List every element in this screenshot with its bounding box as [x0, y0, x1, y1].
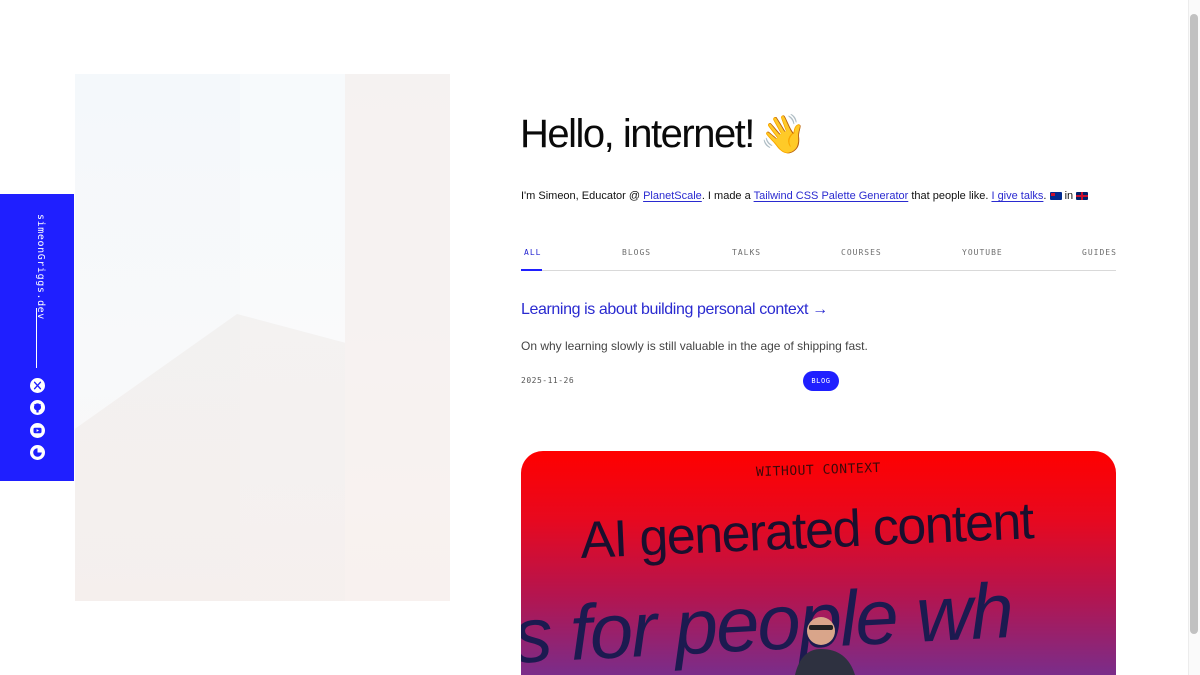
tab-guides[interactable]: GUIDES: [1082, 248, 1117, 257]
sidebar-divider: [36, 308, 38, 368]
post-category-badge[interactable]: BLOG: [803, 371, 839, 391]
page-title: Hello, internet! 👋: [520, 112, 807, 157]
post-title-text: Learning is about building personal cont…: [521, 301, 809, 318]
post-title-link[interactable]: Learning is about building personal cont…: [521, 301, 828, 319]
speaker-photo: [795, 617, 855, 675]
intro-after-talks: .: [1043, 190, 1047, 202]
github-icon[interactable]: [30, 400, 45, 415]
tab-blogs[interactable]: BLOGS: [622, 248, 651, 257]
thumbnail-headline-2: s for people wh: [521, 565, 1014, 675]
page-title-text: Hello, internet!: [520, 112, 755, 156]
intro-after-tool: that people like.: [908, 190, 992, 202]
intro-text: I'm Simeon, Educator @ PlanetScale. I ma…: [521, 190, 1121, 202]
post-thumbnail[interactable]: WITHOUT CONTEXT AI generated content s f…: [521, 451, 1116, 675]
content-tabs: ALL BLOGS TALKS COURSES YOUTUBE GUIDES: [521, 248, 1116, 271]
waving-hand-icon: 👋: [759, 114, 808, 156]
post-description: On why learning slowly is still valuable…: [521, 339, 868, 353]
intro-prefix: I'm Simeon, Educator @: [521, 190, 644, 202]
hero-building: [75, 314, 345, 601]
australia-flag-icon: [1049, 192, 1062, 200]
hero-image: [75, 74, 450, 601]
intro-middle: . I made a: [701, 190, 754, 202]
hero-window-pane: [345, 74, 450, 601]
theme-toggle-icon[interactable]: [30, 445, 45, 460]
youtube-icon[interactable]: [30, 423, 45, 438]
site-name-link[interactable]: simeonGriggs.dev: [28, 214, 46, 320]
palette-generator-link[interactable]: Tailwind CSS Palette Generator: [754, 190, 909, 202]
tab-talks[interactable]: TALKS: [732, 248, 761, 257]
tab-youtube[interactable]: YOUTUBE: [962, 248, 1003, 257]
thumbnail-caption: WITHOUT CONTEXT: [755, 460, 882, 481]
intro-in: in: [1061, 190, 1077, 202]
scrollbar-thumb[interactable]: [1190, 14, 1198, 634]
tab-courses[interactable]: COURSES: [841, 248, 882, 257]
active-tab-indicator: [521, 269, 542, 271]
tab-all[interactable]: ALL: [524, 248, 541, 257]
arrow-right-icon: →: [812, 301, 828, 318]
talks-link[interactable]: I give talks: [991, 190, 1043, 202]
x-icon[interactable]: [30, 378, 45, 393]
thumbnail-headline: AI generated content: [579, 492, 1034, 570]
planetscale-link[interactable]: PlanetScale: [643, 190, 702, 202]
post-date: 2025-11-26: [521, 376, 575, 385]
scrollbar[interactable]: [1188, 0, 1200, 675]
uk-flag-icon: [1076, 192, 1089, 200]
